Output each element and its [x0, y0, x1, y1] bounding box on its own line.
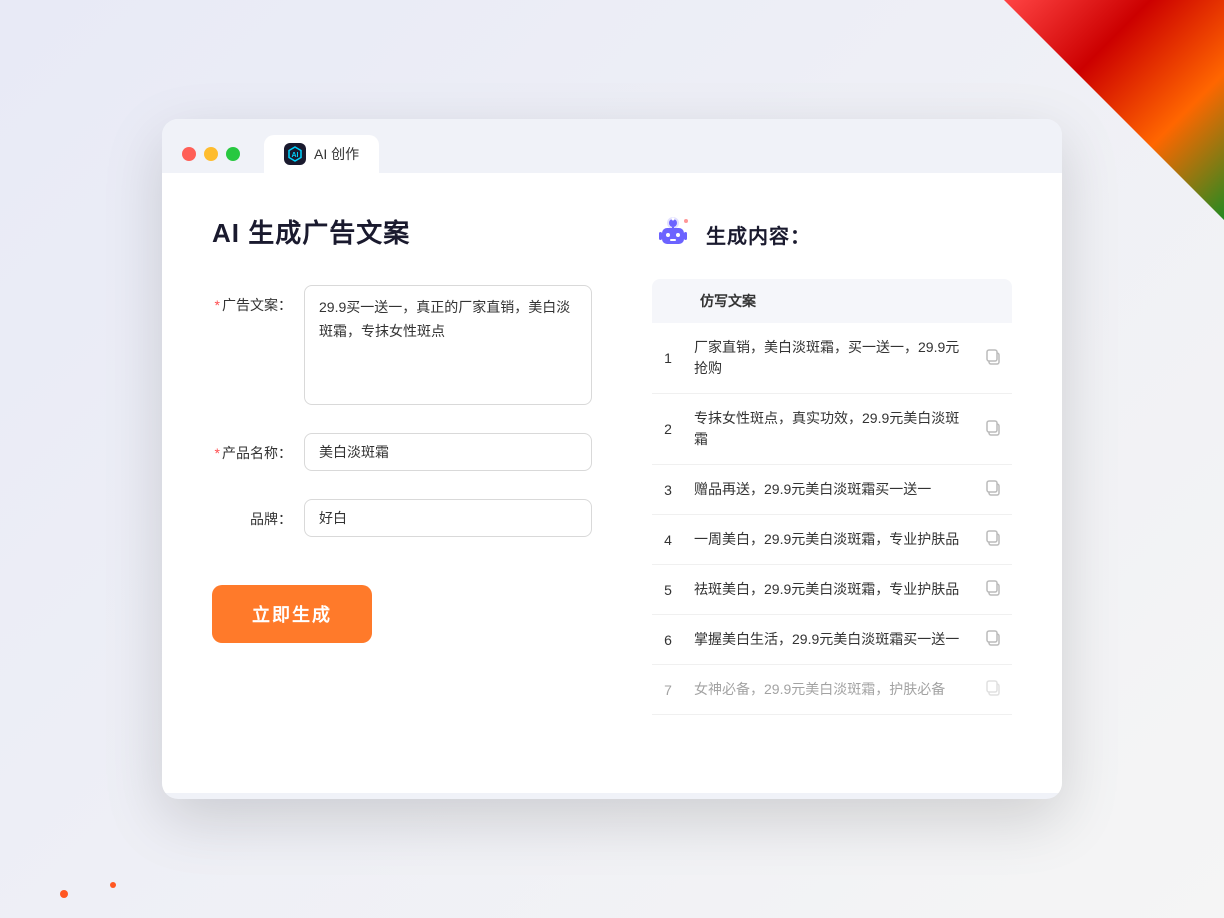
row-text: 祛斑美白，29.9元美白淡斑霜，专业护肤品	[684, 565, 972, 615]
copy-icon[interactable]	[982, 419, 1002, 439]
table-row: 1 厂家直销，美白淡斑霜，买一送一，29.9元抢购	[652, 323, 1012, 394]
right-panel: 生成内容： 仿写文案 1 厂家直销，美白淡斑霜，买一送一，29.9元抢购	[652, 213, 1012, 753]
row-text: 一周美白，29.9元美白淡斑霜，专业护肤品	[684, 515, 972, 565]
product-name-input[interactable]	[304, 433, 592, 471]
brand-label: 品牌：	[212, 499, 292, 529]
table-row: 6 掌握美白生活，29.9元美白淡斑霜买一送一	[652, 615, 1012, 665]
table-row: 5 祛斑美白，29.9元美白淡斑霜，专业护肤品	[652, 565, 1012, 615]
maximize-button[interactable]	[226, 147, 240, 161]
tab-label: AI 创作	[314, 144, 359, 164]
copy-button-cell[interactable]	[972, 665, 1012, 715]
generate-button[interactable]: 立即生成	[212, 585, 372, 643]
browser-window: AI AI 创作 AI 生成广告文案 *广告文案： 29.9买一送一，真正的厂家…	[162, 119, 1062, 799]
product-name-field-group: *产品名称：	[212, 433, 592, 471]
row-number: 7	[652, 665, 684, 715]
title-bar: AI AI 创作	[162, 119, 1062, 173]
row-text: 掌握美白生活，29.9元美白淡斑霜买一送一	[684, 615, 972, 665]
ad-copy-required: *	[215, 297, 220, 313]
ad-copy-field-group: *广告文案： 29.9买一送一，真正的厂家直销，美白淡斑霜，专抹女性斑点	[212, 285, 592, 405]
traffic-lights	[182, 147, 240, 161]
row-text: 专抹女性斑点，真实功效，29.9元美白淡斑霜	[684, 394, 972, 465]
brand-field-group: 品牌：	[212, 499, 592, 537]
table-row: 4 一周美白，29.9元美白淡斑霜，专业护肤品	[652, 515, 1012, 565]
close-button[interactable]	[182, 147, 196, 161]
row-text: 女神必备，29.9元美白淡斑霜，护肤必备	[684, 665, 972, 715]
copy-icon[interactable]	[982, 479, 1002, 499]
copy-button-cell[interactable]	[972, 515, 1012, 565]
robot-icon	[652, 213, 694, 255]
svg-text:AI: AI	[292, 152, 299, 159]
left-panel: AI 生成广告文案 *广告文案： 29.9买一送一，真正的厂家直销，美白淡斑霜，…	[212, 213, 592, 753]
browser-tab[interactable]: AI AI 创作	[264, 135, 379, 173]
row-number: 2	[652, 394, 684, 465]
copy-button-cell[interactable]	[972, 615, 1012, 665]
row-number: 1	[652, 323, 684, 394]
table-row: 2 专抹女性斑点，真实功效，29.9元美白淡斑霜	[652, 394, 1012, 465]
copy-button-cell[interactable]	[972, 394, 1012, 465]
table-row: 7 女神必备，29.9元美白淡斑霜，护肤必备	[652, 665, 1012, 715]
copy-icon[interactable]	[982, 579, 1002, 599]
table-header-row: 仿写文案	[652, 279, 1012, 323]
row-number: 4	[652, 515, 684, 565]
copy-button-cell[interactable]	[972, 323, 1012, 394]
copy-icon[interactable]	[982, 529, 1002, 549]
page-title: AI 生成广告文案	[212, 213, 592, 250]
table-row: 3 赠品再送，29.9元美白淡斑霜买一送一	[652, 465, 1012, 515]
dot-decoration-2	[110, 882, 116, 888]
row-number: 6	[652, 615, 684, 665]
copy-icon[interactable]	[982, 679, 1002, 699]
copy-icon[interactable]	[982, 629, 1002, 649]
result-table: 仿写文案 1 厂家直销，美白淡斑霜，买一送一，29.9元抢购 2 专抹女性斑点，…	[652, 279, 1012, 715]
row-text: 赠品再送，29.9元美白淡斑霜买一送一	[684, 465, 972, 515]
product-name-required: *	[215, 445, 220, 461]
copy-icon[interactable]	[982, 348, 1002, 368]
product-name-label: *产品名称：	[212, 433, 292, 463]
row-text: 厂家直销，美白淡斑霜，买一送一，29.9元抢购	[684, 323, 972, 394]
column-header: 仿写文案	[684, 279, 972, 323]
ad-copy-label: *广告文案：	[212, 285, 292, 315]
ad-copy-input[interactable]: 29.9买一送一，真正的厂家直销，美白淡斑霜，专抹女性斑点	[304, 285, 592, 405]
minimize-button[interactable]	[204, 147, 218, 161]
result-title: 生成内容：	[706, 220, 811, 249]
brand-input[interactable]	[304, 499, 592, 537]
dot-decoration-1	[60, 890, 68, 898]
content-area: AI 生成广告文案 *广告文案： 29.9买一送一，真正的厂家直销，美白淡斑霜，…	[162, 173, 1062, 793]
tab-ai-icon: AI	[284, 143, 306, 165]
copy-button-cell[interactable]	[972, 465, 1012, 515]
row-number: 5	[652, 565, 684, 615]
row-number: 3	[652, 465, 684, 515]
copy-button-cell[interactable]	[972, 565, 1012, 615]
result-header: 生成内容：	[652, 213, 1012, 255]
